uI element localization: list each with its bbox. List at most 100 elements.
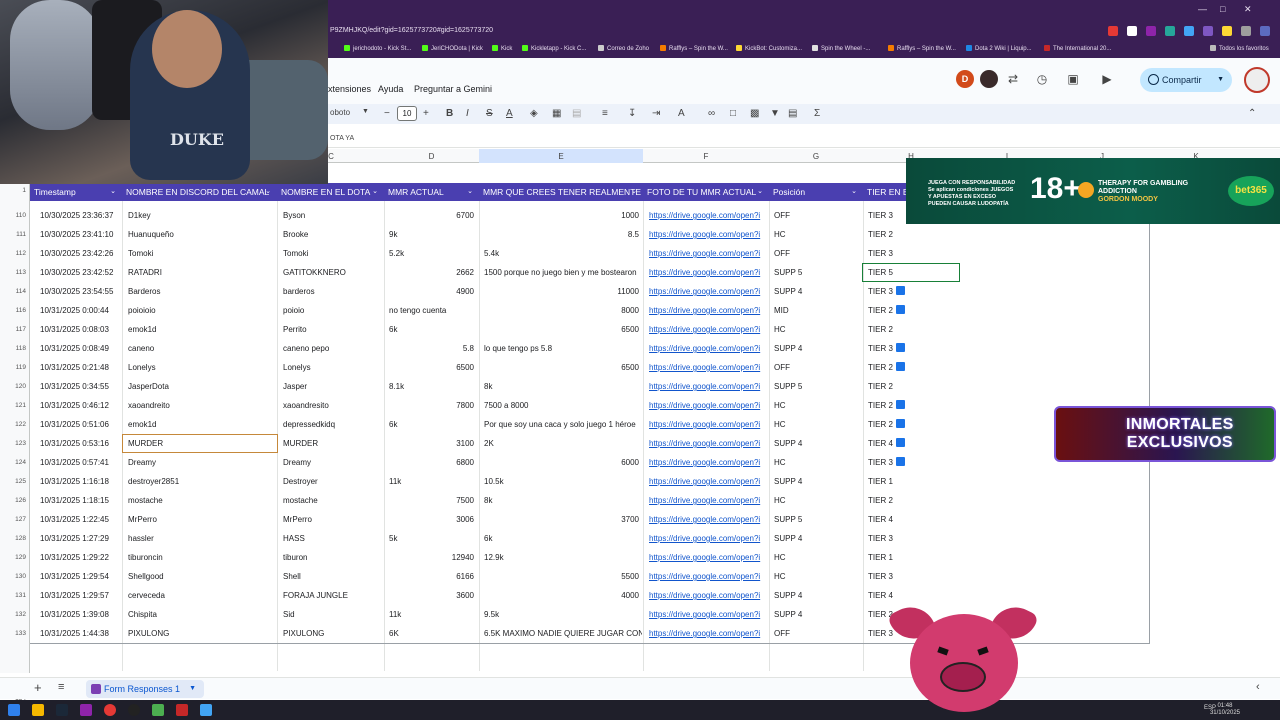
table-cell-real-num[interactable]: 6500 — [484, 358, 639, 377]
table-cell-tier[interactable]: TIER 1 — [868, 472, 938, 491]
table-cell-dota[interactable]: Dreamy — [283, 453, 383, 472]
chevron-down-icon[interactable]: ⌄ — [110, 183, 116, 201]
table-cell-dota[interactable]: Perrito — [283, 320, 383, 339]
table-cell-dota[interactable]: FORAJA JUNGLE — [283, 586, 383, 605]
comment-icon[interactable]: ▣ — [1066, 72, 1080, 86]
table-cell-discord[interactable]: emok1d — [128, 320, 276, 339]
table-cell-link[interactable]: https://drive.google.com/open?i — [649, 510, 769, 529]
table-cell-mmr-num[interactable]: 3006 — [389, 510, 474, 529]
selected-cell[interactable] — [862, 263, 960, 282]
info-flag-icon[interactable] — [895, 305, 905, 314]
valign-icon[interactable]: ↧ — [628, 108, 636, 119]
sheet-tab[interactable]: Form Responses 1 ▼ — [86, 680, 204, 698]
header-cell[interactable]: Timestamp ⌄ — [30, 183, 122, 201]
chevron-down-icon[interactable]: ⌄ — [467, 183, 473, 201]
table-cell-discord[interactable]: PIXULONG — [128, 624, 276, 643]
table-cell-link[interactable]: https://drive.google.com/open?i — [649, 301, 769, 320]
table-cell-mmr-num[interactable] — [389, 529, 474, 548]
table-cell-ts[interactable]: 10/31/2025 0:21:48 — [40, 358, 122, 377]
table-cell-pos[interactable]: SUPP 4 — [774, 339, 862, 358]
table-cell-discord[interactable]: poioioio — [128, 301, 276, 320]
table-cell-ts[interactable]: 10/31/2025 1:18:15 — [40, 491, 122, 510]
table-cell-link[interactable]: https://drive.google.com/open?i — [649, 415, 769, 434]
table-cell-ts[interactable]: 10/31/2025 0:51:06 — [40, 415, 122, 434]
row-number[interactable]: 125 — [0, 478, 26, 485]
strikethrough-icon[interactable]: S — [486, 108, 493, 119]
explore-icon[interactable]: ‹ — [1256, 681, 1260, 693]
header-cell[interactable]: MMR QUE CREES TENER REALMENTE ⌄ — [479, 183, 643, 201]
bookmark-folder[interactable]: Todos los favoritos — [1210, 45, 1269, 52]
extension-icon[interactable] — [1203, 26, 1213, 36]
table-cell-pos[interactable]: OFF — [774, 244, 862, 263]
table-cell-real-num[interactable] — [484, 529, 639, 548]
table-cell-ts[interactable]: 10/31/2025 0:46:12 — [40, 396, 122, 415]
extension-icon[interactable] — [1241, 26, 1251, 36]
header-cell[interactable]: NOMBRE EN EL DOTA ⌄ — [277, 183, 384, 201]
table-cell-tier[interactable]: TIER 4 — [868, 586, 938, 605]
row-number[interactable]: 121 — [0, 402, 26, 409]
table-cell-pos[interactable]: HC — [774, 225, 862, 244]
table-cell-ts[interactable]: 10/31/2025 1:29:22 — [40, 548, 122, 567]
italic-icon[interactable]: I — [466, 108, 469, 119]
table-cell-pos[interactable]: HC — [774, 567, 862, 586]
table-cell-discord[interactable]: xaoandreito — [128, 396, 276, 415]
table-cell-tier[interactable]: TIER 3 — [868, 567, 938, 586]
menu-help[interactable]: Ayuda — [378, 84, 403, 94]
share-button[interactable]: Compartir ▼ — [1140, 68, 1232, 92]
table-cell-link[interactable]: https://drive.google.com/open?i — [649, 605, 769, 624]
bookmark-item[interactable]: Kickletapp - Kick C... — [522, 45, 586, 52]
dota-icon[interactable] — [176, 704, 188, 716]
row-number[interactable]: 122 — [0, 421, 26, 428]
table-cell-dota[interactable]: depressedkidq — [283, 415, 383, 434]
collapse-toolbar-icon[interactable]: ⌃ — [1248, 108, 1256, 119]
table-cell-discord[interactable]: Chispita — [128, 605, 276, 624]
table-cell-link[interactable]: https://drive.google.com/open?i — [649, 263, 769, 282]
table-cell-pos[interactable]: SUPP 4 — [774, 605, 862, 624]
font-family-select[interactable]: oboto — [330, 108, 350, 117]
table-cell-mmr-num[interactable]: 3600 — [389, 586, 474, 605]
table-cell-ts[interactable]: 10/31/2025 1:39:08 — [40, 605, 122, 624]
chevron-down-icon[interactable]: ⌄ — [631, 183, 637, 201]
table-cell-mmr-num[interactable] — [389, 244, 474, 263]
table-cell-link[interactable]: https://drive.google.com/open?i — [649, 358, 769, 377]
table-cell-link[interactable]: https://drive.google.com/open?i — [649, 548, 769, 567]
table-cell-link[interactable]: https://drive.google.com/open?i — [649, 529, 769, 548]
table-cell-dota[interactable]: caneno pepo — [283, 339, 383, 358]
table-cell-tier[interactable]: TIER 2 — [868, 225, 938, 244]
table-cell-discord[interactable]: hassler — [128, 529, 276, 548]
table-cell-pos[interactable]: SUPP 4 — [774, 586, 862, 605]
table-cell-tier[interactable]: TIER 2 — [868, 358, 938, 377]
table-cell-tier[interactable]: TIER 4 — [868, 510, 938, 529]
table-cell-tier[interactable]: TIER 2 — [868, 377, 938, 396]
table-cell-discord[interactable]: RATADRI — [128, 263, 276, 282]
table-cell-dota[interactable]: HASS — [283, 529, 383, 548]
align-icon[interactable]: ≡ — [602, 108, 608, 119]
table-cell-link[interactable]: https://drive.google.com/open?i — [649, 339, 769, 358]
table-cell-dota[interactable]: PIXULONG — [283, 624, 383, 643]
table-cell-link[interactable]: https://drive.google.com/open?i — [649, 282, 769, 301]
minimize-icon[interactable]: — — [1198, 4, 1207, 14]
table-cell-real-num[interactable]: 3700 — [484, 510, 639, 529]
table-cell-tier[interactable]: TIER 3 — [868, 453, 938, 472]
table-cell-ts[interactable]: 10/31/2025 1:16:18 — [40, 472, 122, 491]
bookmark-item[interactable]: Correo de Zoho — [598, 45, 649, 52]
sync-icon[interactable]: ⇄ — [1006, 72, 1020, 86]
row-number[interactable]: 120 — [0, 383, 26, 390]
bookmark-item[interactable]: Rafflys – Spin the W... — [888, 45, 956, 52]
header-cell[interactable]: FOTO DE TU MMR ACTUAL ⌄ — [643, 183, 769, 201]
table-cell-real-num[interactable] — [484, 415, 639, 434]
table-cell-pos[interactable]: OFF — [774, 206, 862, 225]
table-cell-real-num[interactable] — [484, 339, 639, 358]
table-cell-discord[interactable]: mostache — [128, 491, 276, 510]
system-clock[interactable]: 01:48 31/10/2025 — [1210, 703, 1240, 717]
row-number[interactable]: 126 — [0, 497, 26, 504]
row-number[interactable]: 129 — [0, 554, 26, 561]
table-cell-pos[interactable]: MID — [774, 301, 862, 320]
info-flag-icon[interactable] — [895, 400, 905, 409]
table-cell-discord[interactable]: cerveceda — [128, 586, 276, 605]
table-cell-link[interactable]: https://drive.google.com/open?i — [649, 244, 769, 263]
header-cell[interactable]: Posición ⌄ — [769, 183, 863, 201]
table-cell-pos[interactable]: HC — [774, 548, 862, 567]
column-letter[interactable]: G — [769, 152, 863, 161]
table-cell-real-num[interactable] — [484, 472, 639, 491]
